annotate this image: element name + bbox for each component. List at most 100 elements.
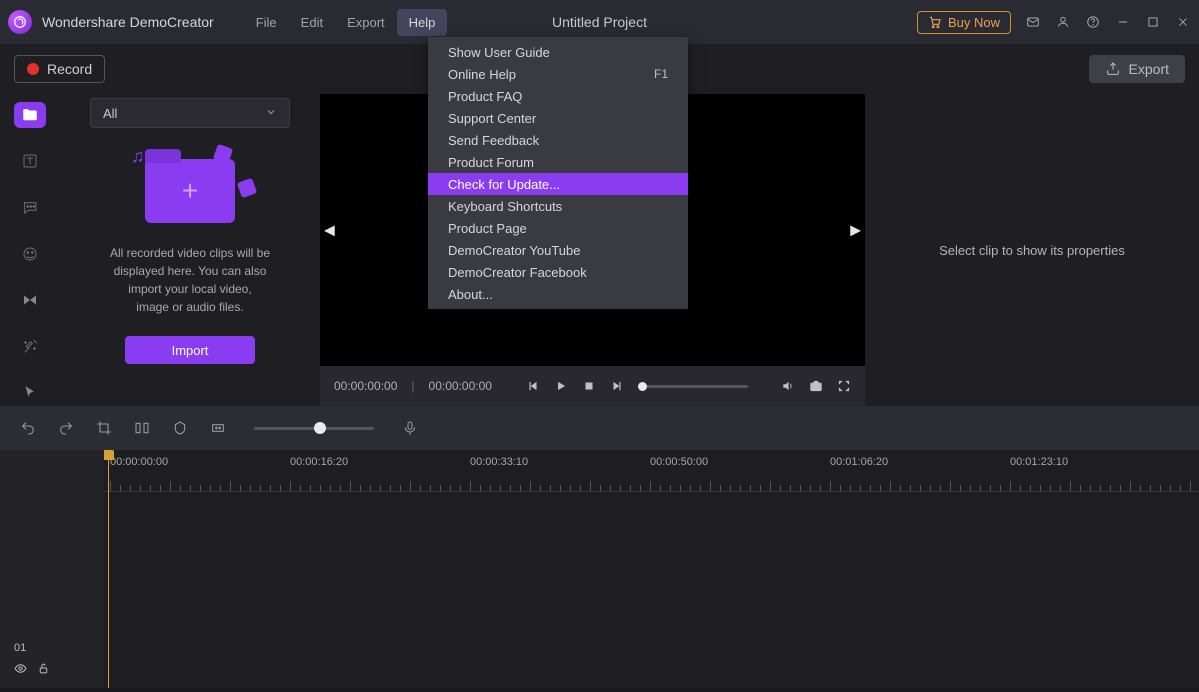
properties-panel: Select clip to show its properties <box>865 94 1199 406</box>
timeline: 01 00:00:00:00 00:00:16:20 00:00:33:10 0… <box>0 450 1199 688</box>
record-button[interactable]: Record <box>14 55 105 83</box>
rail-caption-icon[interactable] <box>14 195 46 221</box>
scrub-slider[interactable] <box>638 385 748 388</box>
redo-icon[interactable] <box>58 420 74 436</box>
timeline-tracks[interactable]: 00:00:00:00 00:00:16:20 00:00:33:10 00:0… <box>104 450 1199 688</box>
chevron-down-icon <box>265 106 277 121</box>
mail-icon[interactable] <box>1025 14 1041 30</box>
undo-icon[interactable] <box>20 420 36 436</box>
ruler-label: 00:01:06:20 <box>830 456 888 468</box>
minimize-icon[interactable] <box>1115 14 1131 30</box>
help-menu-item[interactable]: DemoCreator Facebook <box>428 261 688 283</box>
menu-file[interactable]: File <box>244 9 289 36</box>
timeline-ruler[interactable]: 00:00:00:00 00:00:16:20 00:00:33:10 00:0… <box>104 450 1199 492</box>
help-menu-item[interactable]: Product Page <box>428 217 688 239</box>
rail-cursor-icon[interactable] <box>14 380 46 406</box>
next-frame-icon[interactable]: ▶ <box>850 222 861 239</box>
decor-square-icon <box>237 178 258 199</box>
time-current: 00:00:00:00 <box>334 379 397 393</box>
zoom-slider[interactable] <box>254 427 374 430</box>
help-item-label: Keyboard Shortcuts <box>448 199 562 214</box>
app-logo <box>8 10 32 34</box>
playback-bar: 00:00:00:00 | 00:00:00:00 <box>320 366 865 406</box>
rail-effects-icon[interactable] <box>14 333 46 359</box>
stop-icon[interactable] <box>582 379 596 393</box>
help-item-label: Show User Guide <box>448 45 550 60</box>
menu-export[interactable]: Export <box>335 9 397 36</box>
help-item-label: Support Center <box>448 111 536 126</box>
time-total: 00:00:00:00 <box>429 379 492 393</box>
media-panel: All ♫ + All recorded video clips will be… <box>60 94 320 406</box>
rail-sticker-icon[interactable] <box>14 241 46 267</box>
menu-edit[interactable]: Edit <box>289 9 335 36</box>
timeline-gutter: 01 <box>0 450 104 688</box>
media-filter-dropdown[interactable]: All <box>90 98 290 128</box>
help-item-label: DemoCreator YouTube <box>448 243 581 258</box>
dropdown-value: All <box>103 106 117 121</box>
record-dot-icon <box>27 63 39 75</box>
help-menu-item[interactable]: Keyboard Shortcuts <box>428 195 688 217</box>
maximize-icon[interactable] <box>1145 14 1161 30</box>
buy-now-button[interactable]: Buy Now <box>917 11 1011 34</box>
titlebar-right: Buy Now <box>917 11 1191 34</box>
resize-icon[interactable] <box>210 420 226 436</box>
help-item-label: Send Feedback <box>448 133 539 148</box>
timeline-toolbar <box>0 406 1199 450</box>
time-separator: | <box>411 379 414 393</box>
help-item-shortcut: F1 <box>654 67 668 81</box>
crop-icon[interactable] <box>96 420 112 436</box>
help-item-label: DemoCreator Facebook <box>448 265 587 280</box>
playhead[interactable] <box>108 450 109 688</box>
ruler-label: 00:00:33:10 <box>470 456 528 468</box>
help-menu-item[interactable]: Show User Guide <box>428 41 688 63</box>
visibility-icon[interactable] <box>14 662 27 680</box>
rail-media-icon[interactable] <box>14 102 46 128</box>
buy-now-label: Buy Now <box>948 15 1000 30</box>
snapshot-icon[interactable] <box>809 379 823 393</box>
import-button[interactable]: Import <box>125 336 255 364</box>
help-item-label: Check for Update... <box>448 177 560 192</box>
app-title: Wondershare DemoCreator <box>42 14 214 30</box>
rail-transition-icon[interactable] <box>14 287 46 313</box>
help-menu-item[interactable]: DemoCreator YouTube <box>428 239 688 261</box>
record-label: Record <box>47 61 92 77</box>
help-menu-item[interactable]: Support Center <box>428 107 688 129</box>
rail-text-icon[interactable] <box>14 148 46 174</box>
ruler-label: 00:01:23:10 <box>1010 456 1068 468</box>
account-icon[interactable] <box>1055 14 1071 30</box>
help-menu-item[interactable]: About... <box>428 283 688 305</box>
play-icon[interactable] <box>554 379 568 393</box>
mic-icon[interactable] <box>402 420 418 436</box>
project-title: Untitled Project <box>552 14 647 30</box>
prev-frame-icon[interactable]: ◀ <box>324 222 335 239</box>
ruler-label: 00:00:50:00 <box>650 456 708 468</box>
skip-forward-icon[interactable] <box>610 379 624 393</box>
help-item-label: Product FAQ <box>448 89 522 104</box>
volume-icon[interactable] <box>781 379 795 393</box>
help-menu-item[interactable]: Send Feedback <box>428 129 688 151</box>
fullscreen-icon[interactable] <box>837 379 851 393</box>
lock-icon[interactable] <box>37 662 50 680</box>
close-icon[interactable] <box>1175 14 1191 30</box>
split-icon[interactable] <box>134 420 150 436</box>
help-menu-item[interactable]: Check for Update... <box>428 173 688 195</box>
help-item-label: Product Page <box>448 221 527 236</box>
help-menu-item[interactable]: Product Forum <box>428 151 688 173</box>
ruler-label: 00:00:00:00 <box>110 456 168 468</box>
track-number: 01 <box>14 642 50 654</box>
properties-placeholder: Select clip to show its properties <box>939 243 1125 258</box>
export-button[interactable]: Export <box>1089 55 1185 83</box>
help-menu-item[interactable]: Product FAQ <box>428 85 688 107</box>
help-menu-item[interactable]: Online HelpF1 <box>428 63 688 85</box>
skip-back-icon[interactable] <box>526 379 540 393</box>
marker-icon[interactable] <box>172 420 188 436</box>
help-dropdown: Show User Guide Online HelpF1 Product FAQ S… <box>428 37 688 309</box>
ruler-label: 00:00:16:20 <box>290 456 348 468</box>
music-note-icon: ♫ <box>131 146 145 167</box>
ruler-ticks <box>104 479 1199 491</box>
help-item-label: About... <box>448 287 493 302</box>
plus-icon: + <box>182 175 198 207</box>
help-icon[interactable] <box>1085 14 1101 30</box>
export-icon <box>1105 61 1121 77</box>
menu-help[interactable]: Help <box>397 9 448 36</box>
